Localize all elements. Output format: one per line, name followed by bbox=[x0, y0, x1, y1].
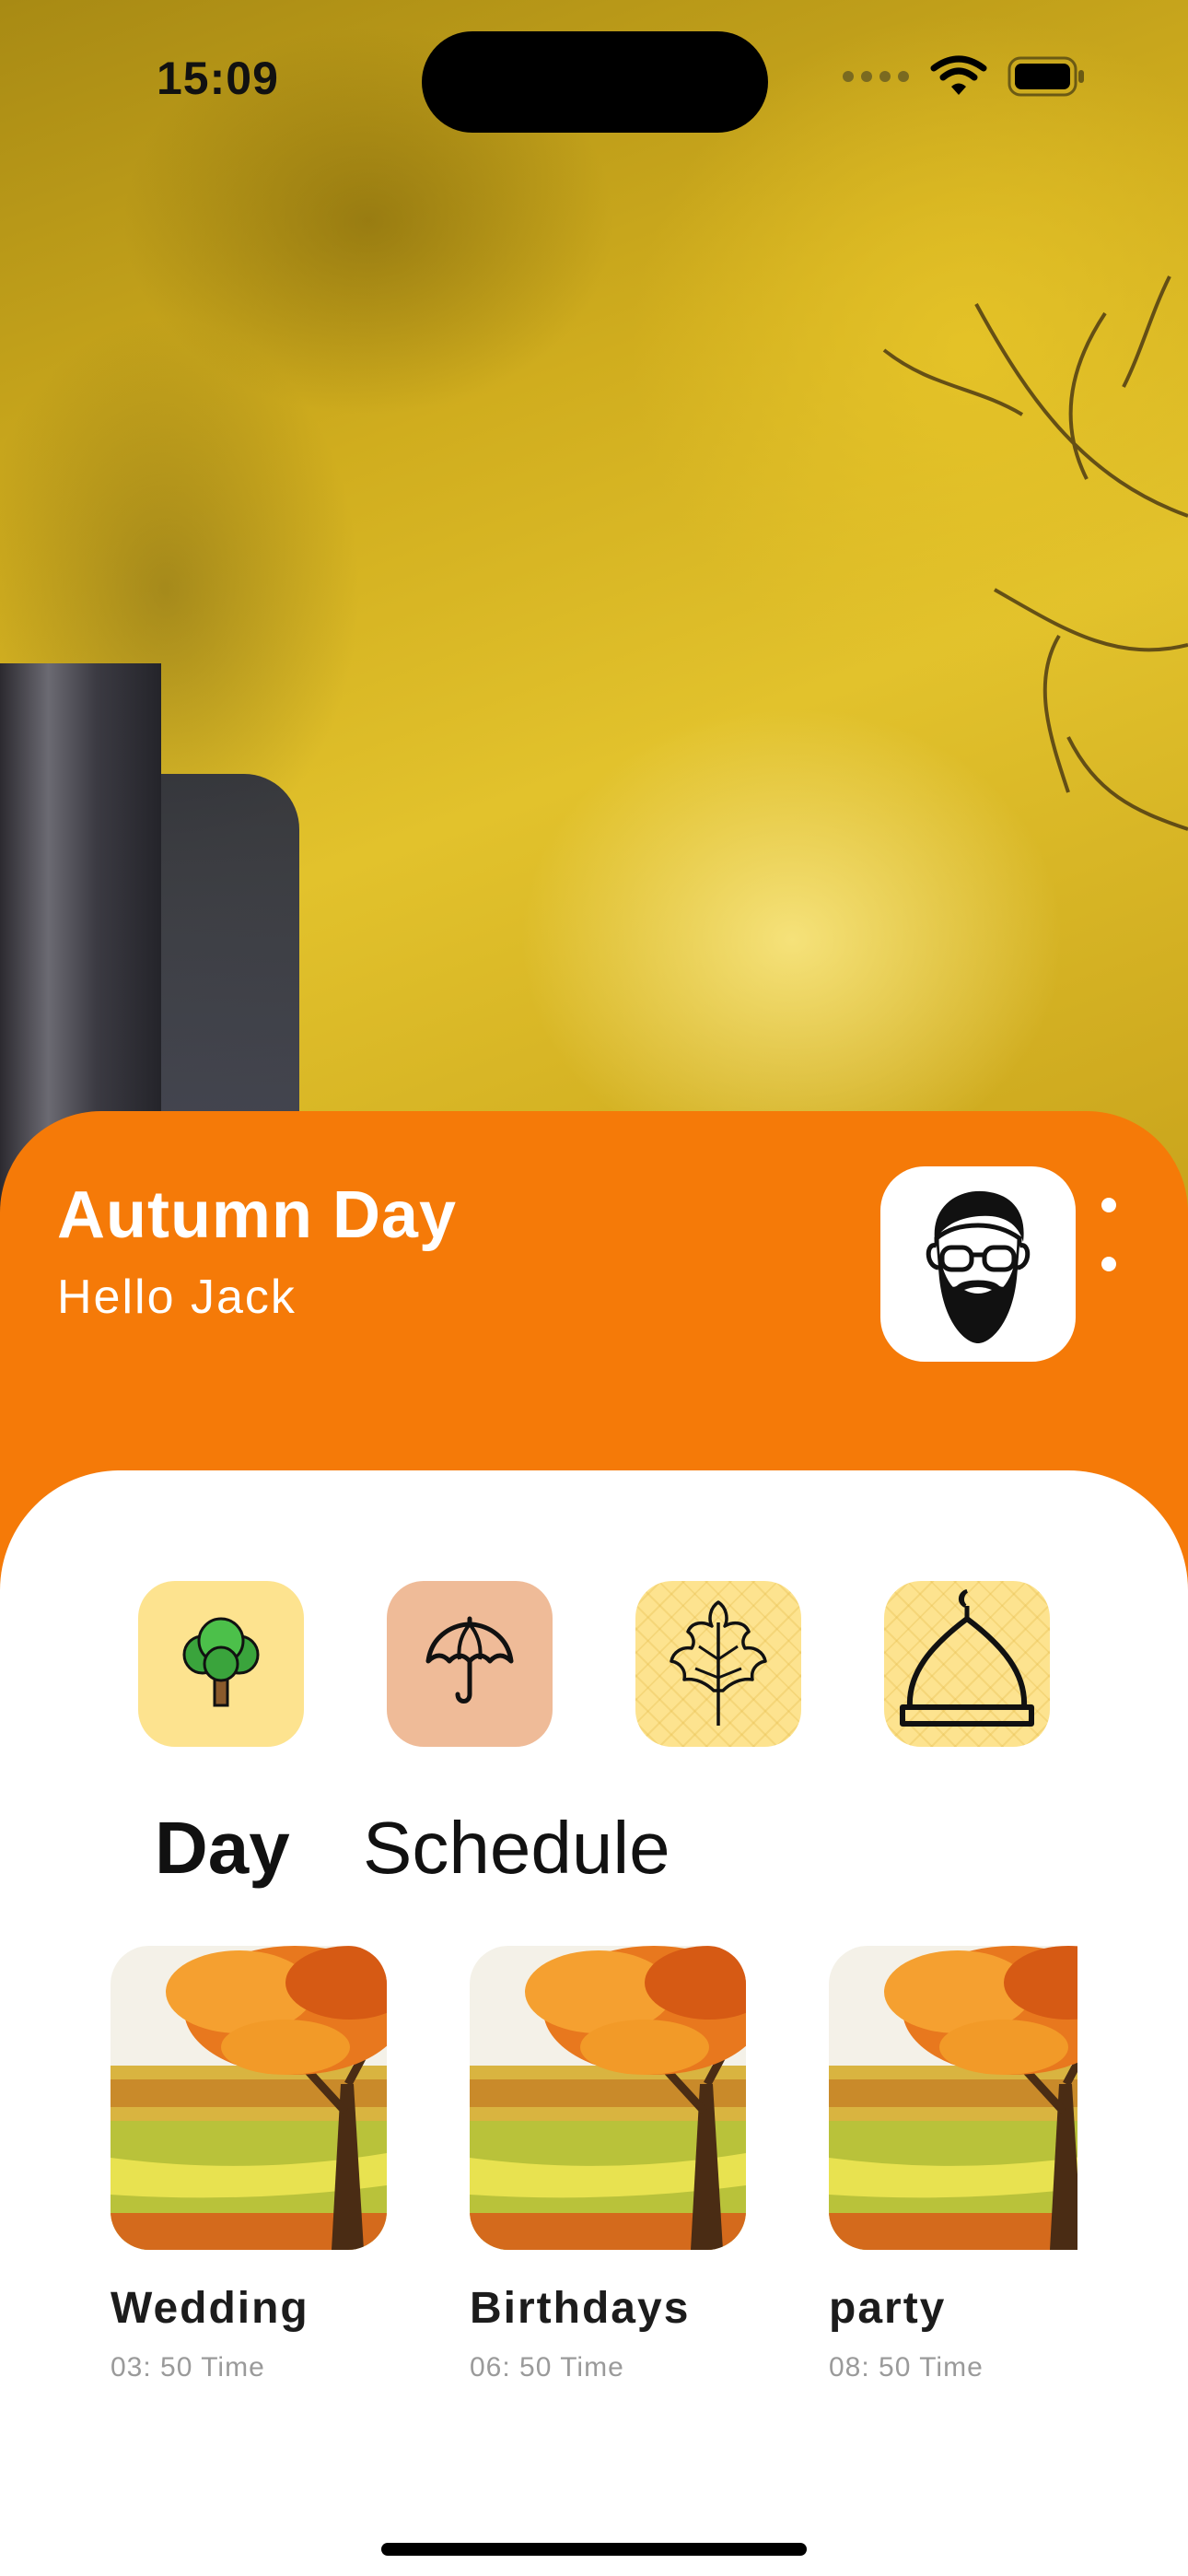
category-umbrella-button[interactable] bbox=[387, 1581, 553, 1747]
event-time: 08: 50 Time bbox=[829, 2352, 984, 2383]
maple-leaf-icon bbox=[670, 1600, 767, 1726]
tab-day[interactable]: Day bbox=[155, 1806, 290, 1891]
category-tree-button[interactable] bbox=[138, 1581, 304, 1747]
event-title: party bbox=[829, 2284, 947, 2333]
bare-branches bbox=[882, 275, 1188, 831]
wifi-icon bbox=[930, 55, 987, 95]
event-title: Wedding bbox=[111, 2284, 309, 2333]
avatar[interactable] bbox=[880, 1166, 1076, 1362]
home-indicator[interactable] bbox=[381, 2543, 807, 2556]
autumn-tree-image bbox=[829, 1946, 1077, 2250]
status-time: 15:09 bbox=[157, 53, 279, 104]
tree-icon bbox=[182, 1617, 260, 1707]
category-dome-button[interactable] bbox=[884, 1581, 1050, 1747]
menu-dot bbox=[1101, 1198, 1116, 1212]
event-thumbnail bbox=[470, 1946, 746, 2250]
event-thumbnail bbox=[829, 1946, 1077, 2250]
page-title: Autumn Day bbox=[57, 1178, 458, 1252]
status-icons bbox=[842, 55, 1087, 98]
menu-dot bbox=[1101, 1257, 1116, 1271]
signal-dots-icon bbox=[843, 71, 909, 82]
autumn-tree-image bbox=[470, 1946, 746, 2250]
event-time: 03: 50 Time bbox=[111, 2352, 265, 2383]
event-card-party[interactable]: party 08: 50 Time bbox=[829, 1946, 1077, 2383]
event-card-wedding[interactable]: Wedding 03: 50 Time bbox=[111, 1946, 387, 2383]
dynamic-island bbox=[422, 31, 768, 133]
tab-schedule[interactable]: Schedule bbox=[363, 1806, 670, 1891]
battery-icon bbox=[1007, 56, 1084, 97]
hero-background-image bbox=[0, 0, 1188, 1216]
category-leaf-button[interactable] bbox=[635, 1581, 801, 1747]
event-title: Birthdays bbox=[470, 2284, 691, 2333]
more-vertical-icon[interactable] bbox=[1094, 1198, 1124, 1271]
autumn-tree-image bbox=[111, 1946, 387, 2250]
event-card-birthdays[interactable]: Birthdays 06: 50 Time bbox=[470, 1946, 746, 2383]
umbrella-icon bbox=[425, 1616, 514, 1704]
greeting-text: Hello Jack bbox=[57, 1270, 297, 1324]
dome-icon bbox=[900, 1589, 1034, 1727]
event-time: 06: 50 Time bbox=[470, 2352, 624, 2383]
event-thumbnail bbox=[111, 1946, 387, 2250]
bearded-man-avatar-icon bbox=[926, 1190, 1031, 1343]
